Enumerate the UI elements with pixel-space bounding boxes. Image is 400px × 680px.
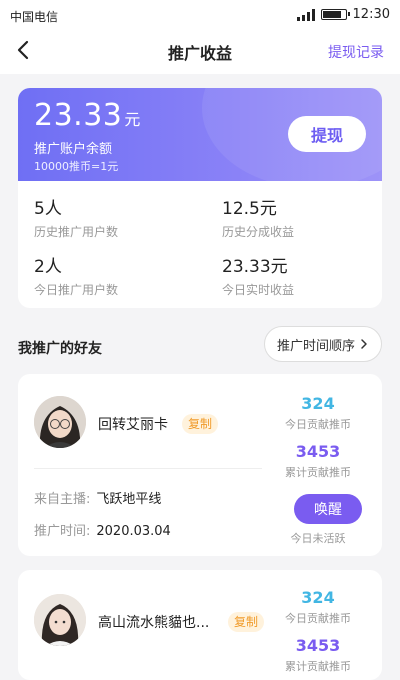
battery-icon xyxy=(320,9,350,20)
time-label: 推广时间: xyxy=(34,524,91,539)
avatar xyxy=(34,396,86,448)
exchange-rate: 10000推币=1元 xyxy=(34,160,119,173)
source-value: 飞跃地平线 xyxy=(96,492,162,507)
friend-card: 高山流水熊貓也... 复制 324 今日贡献推币 3453 累计贡献推币 xyxy=(18,570,382,680)
friend-name: 高山流水熊貓也... xyxy=(98,615,210,631)
stat-label: 历史推广用户数 xyxy=(34,225,119,239)
stat-today-users: 2人 今日推广用户数 xyxy=(34,252,118,298)
total-coins-value: 3453 xyxy=(295,636,341,655)
balance-banner: 23.33 元 推广账户余额 10000推币=1元 提现 xyxy=(18,88,382,188)
today-coins-value: 324 xyxy=(301,588,335,607)
balance-label: 推广账户余额 xyxy=(34,142,113,157)
stat-value: 23.33元 xyxy=(222,257,288,277)
source-label: 来自主播: xyxy=(34,492,91,507)
stat-label: 今日实时收益 xyxy=(222,283,295,297)
copy-button[interactable]: 复制 xyxy=(228,612,265,632)
status-bar: 中国电信 12:30 xyxy=(0,0,400,30)
activity-status: 今日未活跃 xyxy=(290,532,346,545)
source-anchor: 来自主播: 飞跃地平线 xyxy=(34,488,161,507)
avatar xyxy=(34,594,86,646)
total-coins-label: 累计贡献推币 xyxy=(285,660,351,673)
total-coins-label: 累计贡献推币 xyxy=(285,466,351,479)
today-coins-label: 今日贡献推币 xyxy=(285,612,351,625)
stat-value: 2人 xyxy=(34,257,62,277)
stat-value: 12.5元 xyxy=(222,199,277,219)
wake-button[interactable]: 唤醒 xyxy=(294,494,362,524)
stat-history-users: 5人 历史推广用户数 xyxy=(34,194,118,240)
friend-name: 回转艾丽卡 xyxy=(98,417,168,433)
earnings-card: 23.33 元 推广账户余额 10000推币=1元 提现 5人 历史推广用户数 1… xyxy=(18,88,382,308)
promo-time: 推广时间: 2020.03.04 xyxy=(34,520,171,539)
signal-icon xyxy=(296,8,315,21)
clock: 12:30 xyxy=(352,7,390,22)
today-coins-value: 324 xyxy=(301,394,335,413)
balance-unit: 元 xyxy=(124,110,141,129)
total-coins-value: 3453 xyxy=(295,442,341,461)
balance-value: 23.33 xyxy=(34,98,123,133)
withdraw-button[interactable]: 提现 xyxy=(288,116,366,152)
sort-button-label: 推广时间顺序 xyxy=(276,338,355,354)
chevron-right-icon xyxy=(361,339,367,349)
copy-button[interactable]: 复制 xyxy=(182,414,219,434)
stat-label: 今日推广用户数 xyxy=(34,283,119,297)
stat-value: 5人 xyxy=(34,199,62,219)
stat-today-income: 23.33元 今日实时收益 xyxy=(222,252,294,298)
friends-section-title: 我推广的好友 xyxy=(18,341,102,357)
friend-card: 回转艾丽卡 复制 324 今日贡献推币 3453 累计贡献推币 来自主播: 飞跃地… xyxy=(18,374,382,556)
nav-bar: 推广收益 提现记录 xyxy=(0,30,400,74)
today-coins-label: 今日贡献推币 xyxy=(285,418,351,431)
time-value: 2020.03.04 xyxy=(96,524,171,539)
sort-button[interactable]: 推广时间顺序 xyxy=(263,326,382,362)
carrier-name: 中国电信 xyxy=(10,10,59,24)
balance-amount: 23.33 元 xyxy=(34,98,140,133)
stat-label: 历史分成收益 xyxy=(222,225,295,239)
status-right: 12:30 xyxy=(296,7,390,22)
withdraw-records-link[interactable]: 提现记录 xyxy=(328,42,384,62)
stat-history-income: 12.5元 历史分成收益 xyxy=(222,194,294,240)
divider xyxy=(34,468,262,469)
